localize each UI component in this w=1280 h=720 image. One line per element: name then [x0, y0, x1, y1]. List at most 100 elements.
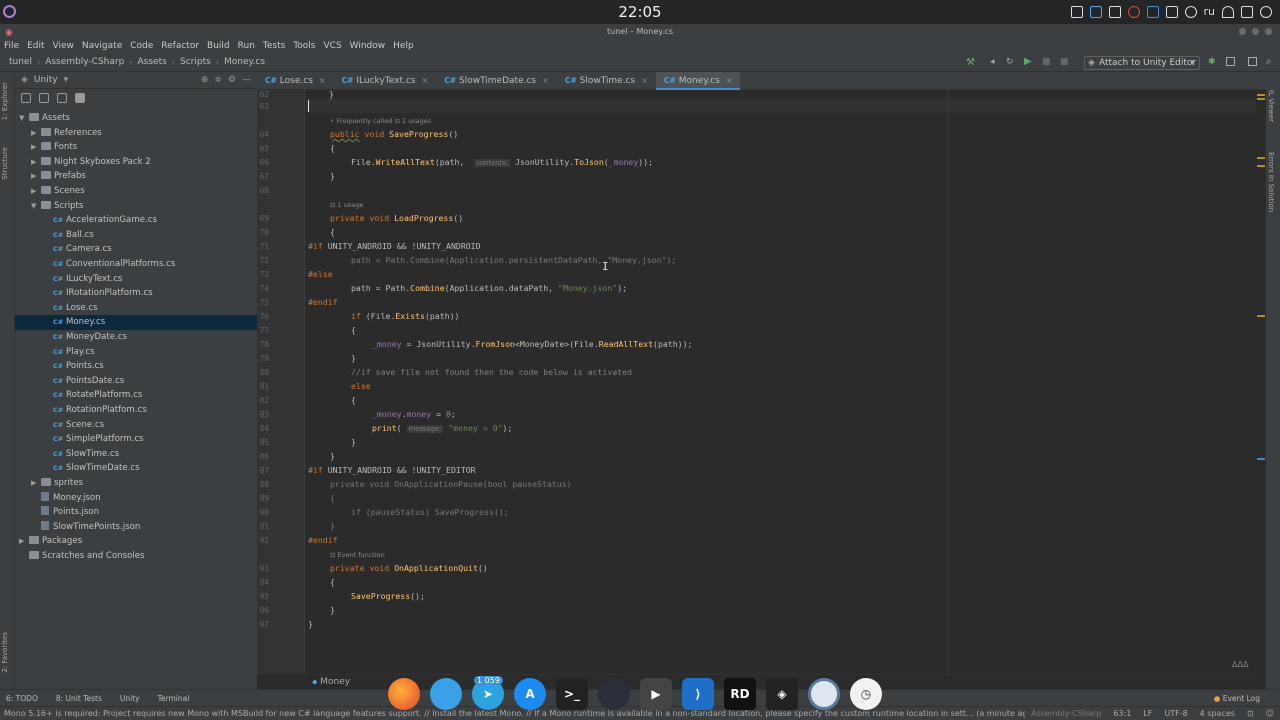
tree-item[interactable]: ▼ Assets: [15, 111, 257, 126]
menu-window[interactable]: Window: [346, 39, 390, 54]
errors-tab[interactable]: Errors In Solution: [1267, 152, 1275, 212]
status-context[interactable]: Assembly-CSharp: [1031, 707, 1101, 720]
indent-setting[interactable]: 4 spaces: [1200, 707, 1235, 720]
menu-tools[interactable]: Tools: [289, 39, 319, 54]
terminal-icon[interactable]: >_: [556, 678, 588, 710]
unity-tab[interactable]: Unity: [114, 690, 152, 707]
chrome-icon[interactable]: [1127, 5, 1140, 18]
code-editor[interactable]: } ⚡ Frequently called ⊡ 2 usages public …: [306, 89, 1256, 674]
tree-item[interactable]: C# SlowTimeDate.cs: [15, 461, 257, 476]
tree-item[interactable]: ▶ Night Skyboxes Pack 2: [15, 155, 257, 170]
tree-item[interactable]: ▶ Packages: [15, 534, 257, 549]
system-monitor-icon[interactable]: [598, 678, 630, 710]
close-tab-icon[interactable]: ×: [319, 76, 326, 85]
tree-item[interactable]: C# PointsDate.cs: [15, 374, 257, 389]
tree-item[interactable]: C# Play.cs: [15, 345, 257, 360]
tree-item[interactable]: ▼ Scripts: [15, 199, 257, 214]
preview-icon[interactable]: [75, 93, 85, 103]
filter2-icon[interactable]: [57, 93, 67, 103]
collapsed-arrow-icon[interactable]: ▶: [31, 169, 41, 184]
file-system-icon[interactable]: [21, 93, 31, 103]
chevron-down-icon[interactable]: ▾: [64, 75, 69, 85]
volume-icon[interactable]: [1184, 5, 1197, 18]
tree-item[interactable]: C# RotatePlatform.cs: [15, 388, 257, 403]
breadcrumb-item[interactable]: Assets: [135, 57, 170, 67]
filter-icon[interactable]: [39, 93, 49, 103]
code-hint-frequently[interactable]: ⚡ Frequently called ⊡ 2 usages: [330, 117, 431, 125]
clock-app-icon[interactable]: ◷: [850, 678, 882, 710]
keyboard-layout[interactable]: ru: [1204, 5, 1216, 18]
tree-item[interactable]: ▶ Scenes: [15, 184, 257, 199]
event-log-tab[interactable]: ● Event Log: [1208, 690, 1280, 707]
tree-item[interactable]: Scratches and Consoles: [15, 549, 257, 564]
todo-tab[interactable]: 6: TODO: [0, 690, 50, 707]
terminal-tab[interactable]: Terminal: [152, 690, 202, 707]
breadcrumb-item[interactable]: Money.cs: [221, 57, 268, 67]
inspection-icon[interactable]: ᐃᐃᐃ: [1232, 660, 1248, 669]
il-viewer-tab[interactable]: IL Viewer: [1267, 90, 1275, 122]
tree-item[interactable]: C# RotationPlatfom.cs: [15, 403, 257, 418]
display-icon[interactable]: [1108, 5, 1121, 18]
wifi-icon[interactable]: [1222, 5, 1234, 18]
tree-item[interactable]: C# MoneyDate.cs: [15, 330, 257, 345]
tree-item[interactable]: C# Scene.cs: [15, 418, 257, 433]
explorer-view-selector[interactable]: Unity: [34, 75, 58, 85]
line-separator[interactable]: LF: [1143, 707, 1152, 720]
code-hint-event[interactable]: ⊡ Event function: [330, 551, 385, 559]
menu-file[interactable]: File: [0, 39, 23, 54]
tree-item[interactable]: C# Lose.cs: [15, 301, 257, 316]
menu-run[interactable]: Run: [234, 39, 259, 54]
code-hint-usage[interactable]: ⊡ 1 usage: [330, 201, 363, 209]
telegram-icon[interactable]: ➤ 1 059: [472, 676, 504, 710]
bluetooth-icon[interactable]: [1089, 5, 1102, 18]
disk-utility-icon[interactable]: [808, 678, 840, 710]
menu-tests[interactable]: Tests: [259, 39, 289, 54]
tree-item[interactable]: SlowTimePoints.json: [15, 520, 257, 535]
notes-icon[interactable]: [1165, 5, 1178, 18]
tree-item[interactable]: C# SimplePlatform.cs: [15, 432, 257, 447]
close-tab-icon[interactable]: ×: [726, 76, 733, 85]
breadcrumb-item[interactable]: Assembly-CSharp: [42, 57, 127, 67]
editor-tab[interactable]: C# Lose.cs ×: [257, 72, 334, 90]
menu-help[interactable]: Help: [389, 39, 418, 54]
window-icon[interactable]: [1248, 57, 1257, 66]
collapsed-arrow-icon[interactable]: ▶: [19, 534, 29, 549]
app-store-icon[interactable]: A: [514, 678, 546, 710]
layout-icon[interactable]: [1226, 57, 1235, 66]
notifications-icon[interactable]: ☺: [1266, 707, 1274, 720]
caret-position[interactable]: 63:1: [1113, 707, 1131, 720]
menu-vcs[interactable]: VCS: [320, 39, 346, 54]
tree-item[interactable]: C# Camera.cs: [15, 242, 257, 257]
maximize-icon[interactable]: [1252, 28, 1259, 35]
expanded-arrow-icon[interactable]: ▼: [31, 199, 41, 214]
vscode-tray-icon[interactable]: [1146, 5, 1159, 18]
tree-item[interactable]: C# Points.cs: [15, 359, 257, 374]
tree-item[interactable]: ▶ Prefabs: [15, 169, 257, 184]
favorites-tab[interactable]: 2: Favorites: [1, 632, 9, 673]
collapsed-arrow-icon[interactable]: ▶: [31, 126, 41, 141]
tree-item[interactable]: C# AccelerationGame.cs: [15, 213, 257, 228]
menu-refactor[interactable]: Refactor: [157, 39, 203, 54]
firefox-icon[interactable]: [388, 678, 420, 710]
structure-tab[interactable]: Structure: [1, 147, 9, 180]
lock-icon[interactable]: ⊡: [1247, 707, 1254, 720]
collapsed-arrow-icon[interactable]: ▶: [31, 155, 41, 170]
editor-tab[interactable]: C# ILuckyText.cs ×: [334, 72, 437, 90]
close-window-icon[interactable]: [1265, 28, 1272, 35]
unity-hub-icon[interactable]: ◈: [766, 678, 798, 710]
pause-icon[interactable]: ■: [1060, 57, 1069, 67]
collapse-icon[interactable]: ≑: [214, 75, 222, 85]
settings-tray-icon[interactable]: [1241, 5, 1253, 18]
editor-tab[interactable]: C# SlowTimeDate.cs ×: [436, 72, 557, 90]
tree-item[interactable]: C# IRotationPlatform.cs: [15, 286, 257, 301]
expanded-arrow-icon[interactable]: ▼: [19, 111, 29, 126]
attach-unity-dropdown[interactable]: ◈ Attach to Unity Editor ▾: [1084, 56, 1200, 70]
file-encoding[interactable]: UTF-8: [1164, 707, 1187, 720]
tree-item[interactable]: Money.json: [15, 491, 257, 506]
back-icon[interactable]: ◂: [990, 57, 995, 67]
finder-icon[interactable]: [430, 678, 462, 710]
build-hammer-icon[interactable]: ⚒: [966, 57, 975, 68]
editor-scrollbar[interactable]: [1256, 90, 1266, 674]
collapsed-arrow-icon[interactable]: ▶: [31, 140, 41, 155]
hide-panel-icon[interactable]: —: [242, 75, 251, 85]
